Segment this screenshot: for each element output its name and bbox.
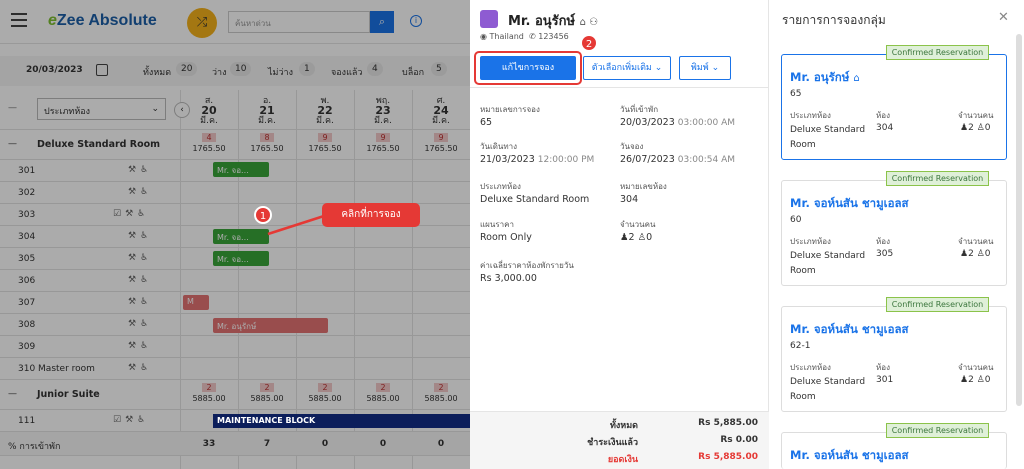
modal-overlay [0, 0, 470, 469]
guest-name: Mr. อนุรักษ์ ⌂ ⚇ [508, 14, 599, 29]
card-guest-name[interactable]: Mr. จอห์นสัน ชามูเอลส [790, 195, 909, 213]
field-value: 304 [620, 194, 639, 205]
group-card[interactable]: Confirmed Reservation Mr. จอห์นสัน ชามูเ… [781, 171, 1007, 286]
pax-value: ♟2 ♙0 [620, 232, 653, 243]
group-reservation-panel: รายการการจองกลุ่ม ✕ Confirmed Reservatio… [770, 0, 1024, 469]
field-label: หมายเลขห้อง [620, 182, 667, 191]
balance-label: ยอดเงิน [607, 455, 638, 465]
field-value: Deluxe Standard Room [480, 194, 590, 205]
card-pax: ♟2 ♙0 [960, 375, 991, 385]
card-reservation-id: 62-1 [790, 341, 811, 351]
room-grid-app: eZee Absolute ⤮ ค้นหาด่วน ⌕ i 20/03/2023… [0, 0, 470, 469]
reservation-detail-panel: Mr. อนุรักษ์ ⌂ ⚇ ◉ Thailand ✆ 123456 แก้… [470, 0, 769, 469]
card-header: ห้อง [876, 363, 890, 372]
field-label: แผนราคา [480, 220, 514, 229]
field-value: Room Only [480, 232, 532, 243]
field-value: 21/03/2023 12:00:00 PM [480, 154, 595, 165]
totals-section: ทั้งหมด Rs 5,885.00 ชำระเงินแล้ว Rs 0.00… [470, 411, 769, 469]
field-value: 20/03/2023 03:00:00 AM [620, 117, 736, 128]
status-badge: Confirmed Reservation [886, 423, 989, 438]
card-guest-name[interactable]: Mr. จอห์นสัน ชามูเอลส [790, 447, 909, 465]
card-room-type: Deluxe Standard Room [790, 125, 866, 150]
card-header: ห้อง [876, 111, 890, 120]
scrollbar[interactable] [1016, 34, 1022, 406]
field-label: จำนวนคน [620, 220, 656, 229]
detail-header: Mr. อนุรักษ์ ⌂ ⚇ ◉ Thailand ✆ 123456 แก้… [470, 0, 769, 88]
field-label: ประเภทห้อง [480, 182, 521, 191]
card-header: จำนวนคน [958, 237, 994, 246]
maintenance-block[interactable]: MAINTENANCE BLOCK [213, 414, 470, 428]
paid-value: Rs 0.00 [720, 435, 758, 445]
panel-title: รายการการจองกลุ่ม [782, 13, 886, 27]
status-badge: Confirmed Reservation [886, 45, 989, 60]
card-room: 305 [876, 249, 894, 259]
card-pax: ♟2 ♙0 [960, 123, 991, 133]
print-button[interactable]: พิมพ์ ⌄ [679, 56, 731, 80]
field-label: วันจอง [620, 142, 644, 151]
group-card[interactable]: Confirmed Reservation Mr. อนุรักษ์ ⌂ 65 … [781, 45, 1007, 160]
field-label: หมายเลขการจอง [480, 105, 540, 114]
balance-value: Rs 5,885.00 [698, 452, 758, 462]
card-header: ประเภทห้อง [790, 237, 831, 246]
group-card[interactable]: Confirmed Reservation Mr. จอห์นสัน ชามูเ… [781, 297, 1007, 412]
card-room: 301 [876, 375, 894, 385]
card-header: จำนวนคน [958, 111, 994, 120]
card-pax: ♟2 ♙0 [960, 249, 991, 259]
status-badge: Confirmed Reservation [886, 297, 989, 312]
card-guest-name[interactable]: Mr. จอห์นสัน ชามูเอลส [790, 321, 909, 339]
step-marker: 2 [580, 34, 598, 52]
more-options-button[interactable]: ตัวเลือกเพิ่มเติม ⌄ [583, 56, 671, 80]
card-header: ประเภทห้อง [790, 363, 831, 372]
close-icon[interactable]: ✕ [998, 10, 1009, 25]
card-header: ประเภทห้อง [790, 111, 831, 120]
field-value: 26/07/2023 03:00:54 AM [620, 154, 736, 165]
field-label: ค่าเฉลี่ยราคาห้องพักรายวัน [480, 261, 574, 270]
field-label: วันที่เข้าพัก [620, 105, 659, 114]
step-marker: 1 [254, 206, 272, 224]
field-value: 65 [480, 117, 493, 128]
card-reservation-id: 65 [790, 89, 802, 99]
card-room-type: Deluxe Standard Room [790, 251, 866, 276]
card-reservation-id: 60 [790, 215, 802, 225]
building-icon [480, 10, 498, 28]
card-room-type: Deluxe Standard Room [790, 377, 866, 402]
paid-label: ชำระเงินแล้ว [587, 438, 638, 448]
highlight-ring [474, 51, 582, 85]
total-label: ทั้งหมด [609, 421, 638, 431]
group-card[interactable]: Confirmed Reservation Mr. จอห์นสัน ชามูเ… [781, 423, 1007, 469]
field-value: Rs 3,000.00 [480, 273, 537, 284]
total-value: Rs 5,885.00 [698, 418, 758, 428]
callout-label: คลิกที่การจอง [322, 203, 420, 227]
status-badge: Confirmed Reservation [886, 171, 989, 186]
card-header: จำนวนคน [958, 363, 994, 372]
card-guest-name[interactable]: Mr. อนุรักษ์ ⌂ [790, 69, 860, 87]
card-room: 304 [876, 123, 894, 133]
card-header: ห้อง [876, 237, 890, 246]
guest-location: ◉ Thailand ✆ 123456 [480, 32, 569, 41]
field-label: วันเดินทาง [480, 142, 518, 151]
